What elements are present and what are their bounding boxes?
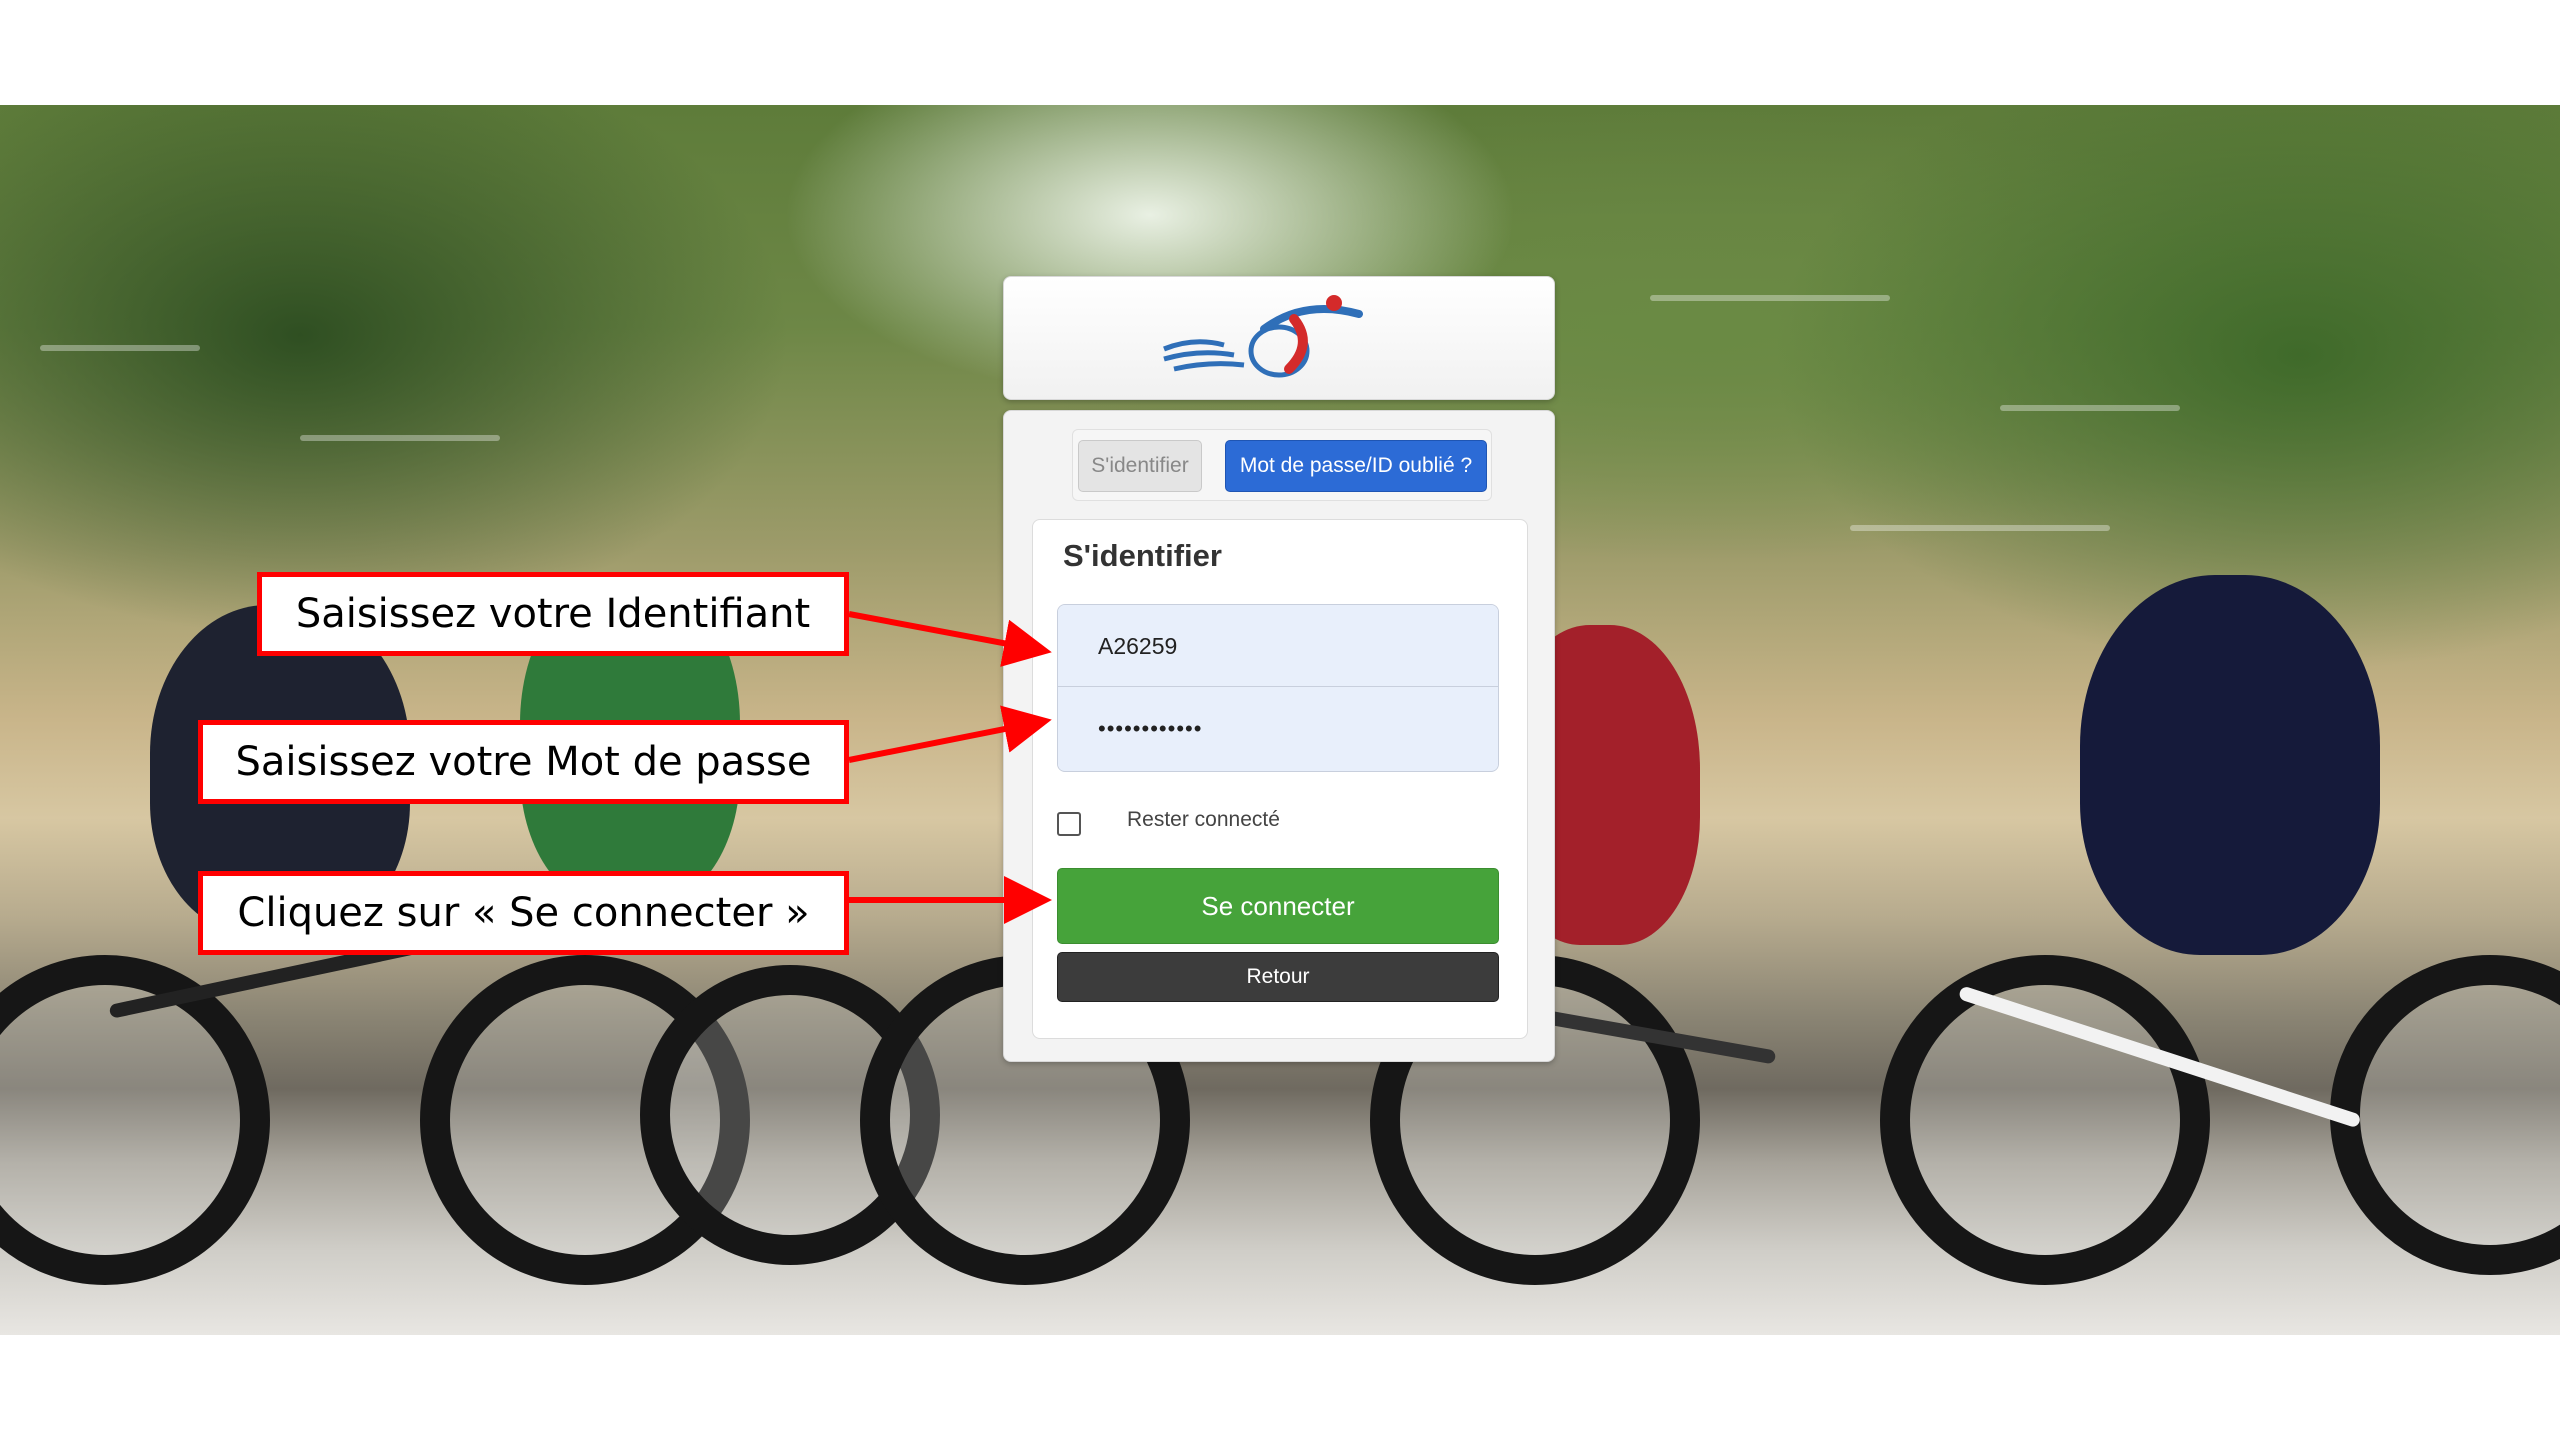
triathlon-cyclist-logo-icon	[1163, 295, 1363, 378]
callout-connect: Cliquez sur « Se connecter »	[198, 871, 849, 955]
tab-forgot-password[interactable]: Mot de passe/ID oublié ?	[1225, 440, 1487, 492]
credential-fields: A26259 ••••••••••••	[1057, 604, 1499, 772]
remember-me-label: Rester connecté	[1127, 808, 1280, 831]
remember-me: Rester connecté	[1057, 802, 1457, 842]
password-field[interactable]: ••••••••••••	[1058, 688, 1498, 770]
callout-password: Saisissez votre Mot de passe	[198, 720, 849, 804]
tab-identify[interactable]: S'identifier	[1078, 440, 1202, 492]
form-title: S'identifier	[1063, 538, 1222, 573]
motion-streak	[40, 345, 200, 351]
logo-header	[1003, 276, 1555, 400]
motion-streak	[1650, 295, 1890, 301]
motion-streak	[300, 435, 500, 441]
slide: S'identifier Mot de passe/ID oublié ? S'…	[0, 0, 2560, 1440]
login-form: S'identifier A26259 •••••••••••• Rester …	[1032, 519, 1528, 1039]
cyclist-right	[2080, 575, 2380, 955]
remember-me-checkbox[interactable]	[1057, 812, 1081, 836]
bike-wheel	[2330, 955, 2560, 1275]
identifier-field[interactable]: A26259	[1058, 605, 1498, 687]
motion-streak	[1850, 525, 2110, 531]
back-button[interactable]: Retour	[1057, 952, 1499, 1002]
login-tabs: S'identifier Mot de passe/ID oublié ?	[1072, 429, 1492, 501]
callout-identifier: Saisissez votre Identifiant	[257, 572, 849, 656]
motion-streak	[2000, 405, 2180, 411]
login-panel: S'identifier Mot de passe/ID oublié ? S'…	[1003, 410, 1555, 1062]
connect-button[interactable]: Se connecter	[1057, 868, 1499, 944]
bike-wheel	[1880, 955, 2210, 1285]
